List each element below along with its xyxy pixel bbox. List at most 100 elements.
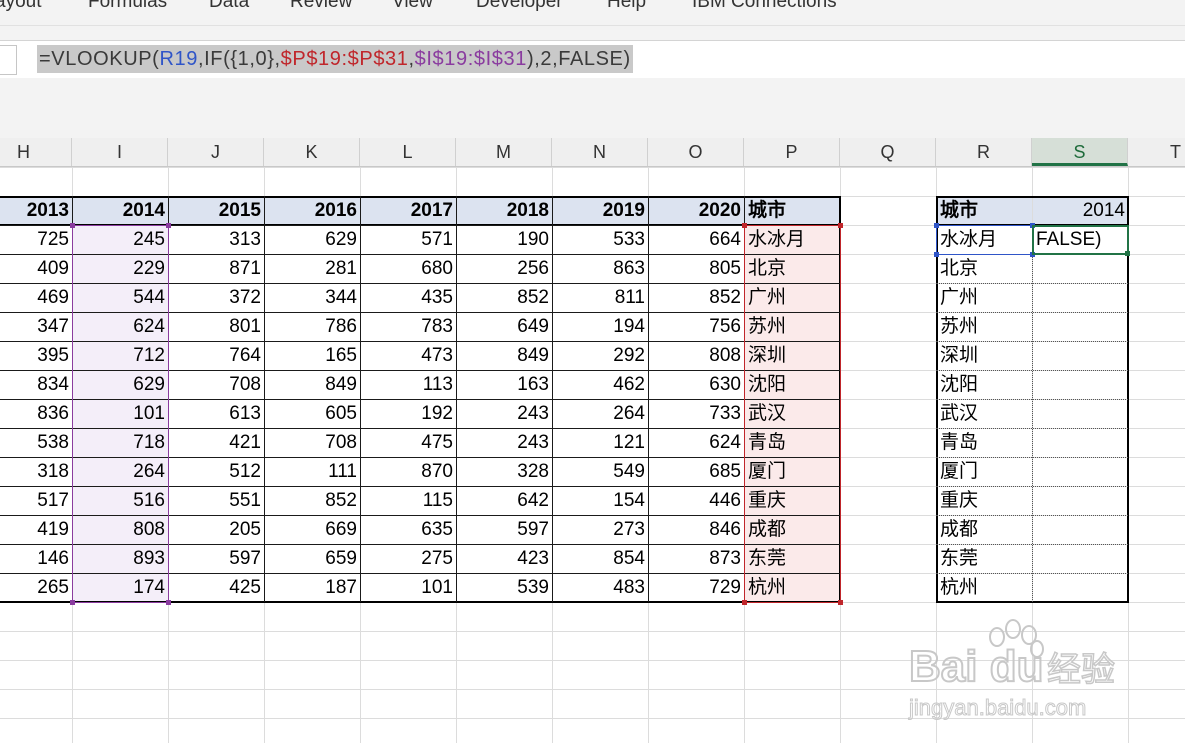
data-cell[interactable]: 275 [360, 544, 456, 573]
data-cell[interactable]: 629 [264, 225, 360, 254]
data-cell[interactable]: 733 [648, 399, 744, 428]
data-cell[interactable]: 165 [264, 341, 360, 370]
range-handle[interactable] [838, 223, 843, 228]
data-cell[interactable]: 873 [648, 544, 744, 573]
data-cell[interactable]: 764 [168, 341, 264, 370]
data-cell[interactable]: 469 [0, 283, 72, 312]
city-cell[interactable]: 苏州 [744, 312, 840, 341]
data-cell[interactable]: 446 [648, 486, 744, 515]
year-header[interactable]: 2014 [72, 196, 168, 225]
lookup-city-cell[interactable]: 武汉 [936, 399, 1032, 428]
city-cell[interactable]: 杭州 [744, 573, 840, 602]
column-header-i[interactable]: I [72, 138, 168, 166]
data-cell[interactable]: 113 [360, 370, 456, 399]
lookup-city-cell[interactable]: 北京 [936, 254, 1032, 283]
data-cell[interactable]: 551 [168, 486, 264, 515]
city-header[interactable]: 城市 [744, 196, 840, 225]
data-cell[interactable]: 473 [360, 341, 456, 370]
data-cell[interactable]: 194 [552, 312, 648, 341]
data-cell[interactable]: 425 [168, 573, 264, 602]
data-cell[interactable]: 680 [360, 254, 456, 283]
lookup-city-cell[interactable]: 深圳 [936, 341, 1032, 370]
data-cell[interactable]: 318 [0, 457, 72, 486]
lookup-city-cell[interactable]: 苏州 [936, 312, 1032, 341]
city-cell[interactable]: 水冰月 [744, 225, 840, 254]
lookup-city-cell[interactable]: 厦门 [936, 457, 1032, 486]
data-cell[interactable]: 624 [72, 312, 168, 341]
city-cell[interactable]: 深圳 [744, 341, 840, 370]
column-header-o[interactable]: O [648, 138, 744, 166]
menu-item-help[interactable]: Help [607, 0, 646, 13]
data-cell[interactable]: 597 [168, 544, 264, 573]
range-handle[interactable] [934, 223, 939, 228]
data-cell[interactable]: 597 [456, 515, 552, 544]
data-cell[interactable]: 517 [0, 486, 72, 515]
data-cell[interactable]: 292 [552, 341, 648, 370]
data-cell[interactable]: 605 [264, 399, 360, 428]
data-cell[interactable]: 849 [264, 370, 360, 399]
year-header[interactable]: 2018 [456, 196, 552, 225]
data-cell[interactable]: 729 [648, 573, 744, 602]
data-cell[interactable]: 229 [72, 254, 168, 283]
range-handle[interactable] [166, 223, 171, 228]
menu-item-ayout[interactable]: ayout [0, 0, 41, 13]
data-cell[interactable]: 635 [360, 515, 456, 544]
city-cell[interactable]: 武汉 [744, 399, 840, 428]
data-cell[interactable]: 893 [72, 544, 168, 573]
data-cell[interactable]: 190 [456, 225, 552, 254]
city-cell[interactable]: 广州 [744, 283, 840, 312]
data-cell[interactable]: 512 [168, 457, 264, 486]
lookup-city-cell[interactable]: 重庆 [936, 486, 1032, 515]
data-cell[interactable]: 245 [72, 225, 168, 254]
lookup-city-cell[interactable]: 水冰月 [936, 225, 1032, 254]
data-cell[interactable]: 101 [72, 399, 168, 428]
lookup-city-cell[interactable]: 沈阳 [936, 370, 1032, 399]
data-cell[interactable]: 539 [456, 573, 552, 602]
data-cell[interactable]: 849 [456, 341, 552, 370]
data-cell[interactable]: 423 [456, 544, 552, 573]
data-cell[interactable]: 805 [648, 254, 744, 283]
data-cell[interactable]: 516 [72, 486, 168, 515]
lookup-year-header[interactable]: 2014 [1032, 196, 1128, 225]
city-cell[interactable]: 成都 [744, 515, 840, 544]
data-cell[interactable]: 642 [456, 486, 552, 515]
year-header[interactable]: 2020 [648, 196, 744, 225]
data-cell[interactable]: 174 [72, 573, 168, 602]
data-cell[interactable]: 808 [648, 341, 744, 370]
data-cell[interactable]: 111 [264, 457, 360, 486]
column-header-l[interactable]: L [360, 138, 456, 166]
data-cell[interactable]: 852 [648, 283, 744, 312]
data-cell[interactable]: 409 [0, 254, 72, 283]
year-header[interactable]: 2019 [552, 196, 648, 225]
menu-item-formulas[interactable]: Formulas [88, 0, 167, 13]
menu-item-view[interactable]: View [392, 0, 433, 13]
data-cell[interactable]: 372 [168, 283, 264, 312]
data-cell[interactable]: 421 [168, 428, 264, 457]
range-handle[interactable] [742, 600, 747, 605]
lookup-city-cell[interactable]: 杭州 [936, 573, 1032, 602]
range-handle[interactable] [70, 223, 75, 228]
data-cell[interactable]: 187 [264, 573, 360, 602]
data-cell[interactable]: 121 [552, 428, 648, 457]
data-cell[interactable]: 811 [552, 283, 648, 312]
name-box[interactable] [0, 45, 17, 75]
range-handle[interactable] [1030, 223, 1035, 228]
data-cell[interactable]: 669 [264, 515, 360, 544]
lookup-city-cell[interactable]: 广州 [936, 283, 1032, 312]
data-cell[interactable]: 192 [360, 399, 456, 428]
city-cell[interactable]: 东莞 [744, 544, 840, 573]
data-cell[interactable]: 256 [456, 254, 552, 283]
data-cell[interactable]: 115 [360, 486, 456, 515]
formula-input[interactable]: =VLOOKUP(R19,IF({1,0},$P$19:$P$31,$I$19:… [37, 45, 633, 73]
data-cell[interactable]: 344 [264, 283, 360, 312]
data-cell[interactable]: 243 [456, 428, 552, 457]
active-cell[interactable]: FALSE) [1032, 225, 1128, 254]
range-handle[interactable] [838, 600, 843, 605]
worksheet-grid[interactable]: 2013 2014 2015 2016 2017 2018 2019 2020 城市 725 245… [0, 167, 1185, 743]
data-cell[interactable]: 328 [456, 457, 552, 486]
data-cell[interactable]: 264 [72, 457, 168, 486]
range-handle[interactable] [934, 252, 939, 257]
data-cell[interactable]: 870 [360, 457, 456, 486]
data-cell[interactable]: 419 [0, 515, 72, 544]
column-header-h[interactable]: H [0, 138, 72, 166]
